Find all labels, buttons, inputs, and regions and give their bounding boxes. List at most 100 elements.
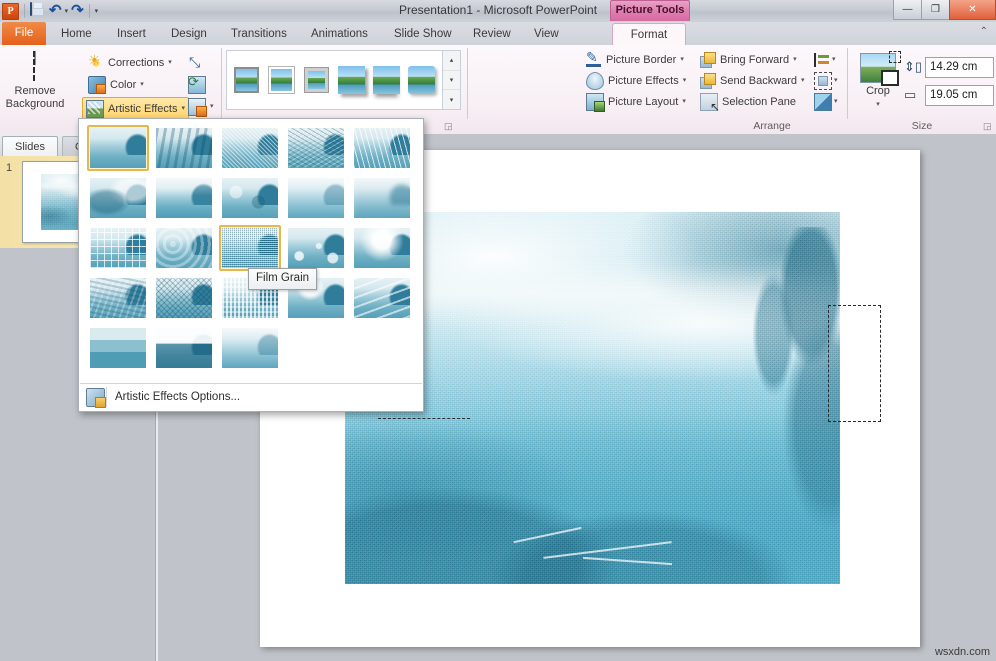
- size-dialog-launcher[interactable]: ◲: [983, 121, 993, 131]
- artistic-effect-thumb[interactable]: [285, 125, 347, 171]
- picture-style-thumb[interactable]: [336, 64, 367, 96]
- tab-home[interactable]: Home: [52, 23, 101, 45]
- artistic-effect-thumb[interactable]: [219, 225, 281, 271]
- picture-effects-dropdown-icon[interactable]: ▾: [683, 73, 687, 89]
- change-picture-button[interactable]: [188, 75, 206, 95]
- picture-layout-button[interactable]: Picture Layout ▾: [586, 91, 694, 112]
- tab-review[interactable]: Review: [464, 23, 520, 45]
- tab-view[interactable]: View: [525, 23, 568, 45]
- picture-layout-dropdown-icon[interactable]: ▾: [682, 94, 686, 110]
- artistic-effects-dropdown[interactable]: Artistic Effects Options...: [78, 118, 424, 412]
- artistic-effect-thumb[interactable]: [285, 225, 347, 271]
- send-backward-dropdown-icon[interactable]: ▾: [801, 73, 805, 89]
- collapse-ribbon-icon[interactable]: ⌃: [980, 26, 988, 37]
- color-button[interactable]: Color ▾: [88, 75, 144, 95]
- group-dropdown-icon[interactable]: ▾: [834, 73, 838, 89]
- artistic-effect-thumb[interactable]: [87, 275, 149, 321]
- artistic-effect-thumb[interactable]: [153, 325, 215, 371]
- bring-forward-label: Bring Forward: [720, 54, 789, 66]
- gallery-scroll-down-icon[interactable]: ▾: [443, 71, 460, 91]
- ribbon-tab-strip: File Home Insert Design Transitions Anim…: [0, 22, 996, 46]
- artistic-effect-thumb[interactable]: [351, 125, 413, 171]
- compress-pictures-button[interactable]: [188, 53, 204, 73]
- artistic-effect-thumb[interactable]: [153, 225, 215, 271]
- tab-animations[interactable]: Animations: [302, 23, 377, 45]
- rotate-button[interactable]: ▾: [814, 91, 844, 112]
- tab-design[interactable]: Design: [162, 23, 216, 45]
- artistic-effect-thumb[interactable]: [87, 175, 149, 221]
- close-button[interactable]: ✕: [949, 0, 996, 20]
- artistic-effect-thumb[interactable]: [153, 125, 215, 171]
- selection-pane-button[interactable]: Selection Pane: [700, 91, 812, 112]
- artistic-effect-thumb[interactable]: [153, 275, 215, 321]
- picture-styles-scrollbar[interactable]: ▴ ▾ ▾: [442, 50, 461, 110]
- change-picture-icon: [188, 76, 206, 94]
- artistic-effect-thumb[interactable]: [87, 125, 149, 171]
- minimize-button[interactable]: —: [893, 0, 922, 20]
- tab-format[interactable]: Format: [612, 23, 686, 47]
- remove-background-label-2: Background: [6, 98, 65, 111]
- artistic-effect-thumb[interactable]: [219, 325, 281, 371]
- ribbon-group-size: Crop ▾ ⇕▯ 14.29 cm ▴ ▾ ▭ 19.05 cm ▴ ▾ Si: [848, 45, 996, 133]
- shape-width-input[interactable]: 19.05 cm: [925, 85, 994, 106]
- align-dropdown-icon[interactable]: ▾: [832, 52, 836, 68]
- send-backward-icon: [700, 73, 716, 89]
- bring-forward-button[interactable]: Bring Forward ▾: [700, 49, 812, 70]
- align-button[interactable]: ▾: [814, 49, 844, 70]
- artistic-effect-thumb[interactable]: [87, 325, 149, 371]
- tab-transitions[interactable]: Transitions: [222, 23, 296, 45]
- tab-file[interactable]: File: [2, 22, 46, 45]
- picture-style-thumb[interactable]: [266, 64, 297, 96]
- reset-picture-button[interactable]: ▾: [188, 97, 214, 117]
- artistic-effect-preview: [222, 228, 278, 268]
- picture-style-thumb[interactable]: [301, 64, 332, 96]
- artistic-effect-thumb[interactable]: [285, 175, 347, 221]
- artistic-effects-dropdown-icon[interactable]: ▾: [181, 101, 185, 117]
- gallery-more-icon[interactable]: ▾: [443, 90, 460, 109]
- picture-effects-button[interactable]: Picture Effects ▾: [586, 70, 694, 91]
- remove-background-icon: [18, 52, 52, 82]
- artistic-effect-preview: [90, 128, 146, 168]
- picture-style-thumb[interactable]: [406, 64, 437, 96]
- crop-dropdown-icon[interactable]: ▾: [854, 97, 902, 113]
- artistic-effects-grid: [87, 125, 417, 375]
- corrections-button[interactable]: Corrections ▾: [88, 53, 172, 73]
- picture-border-dropdown-icon[interactable]: ▾: [680, 52, 684, 68]
- corrections-dropdown-icon[interactable]: ▾: [168, 55, 172, 71]
- color-icon: [88, 76, 106, 94]
- selection-pane-label: Selection Pane: [722, 96, 796, 108]
- artistic-effect-thumb[interactable]: [153, 175, 215, 221]
- artistic-effect-thumb[interactable]: [351, 275, 413, 321]
- reset-picture-dropdown-icon[interactable]: ▾: [210, 99, 214, 115]
- restore-button[interactable]: ❐: [921, 0, 950, 20]
- picture-style-thumb[interactable]: [231, 64, 262, 96]
- tab-slide-show[interactable]: Slide Show: [385, 23, 461, 45]
- group-objects-button[interactable]: ▾: [814, 70, 844, 91]
- picture-styles-gallery[interactable]: [226, 50, 450, 110]
- artistic-effect-thumb[interactable]: [351, 225, 413, 271]
- artistic-effect-thumb[interactable]: [351, 175, 413, 221]
- artistic-effect-thumb[interactable]: [219, 175, 281, 221]
- shape-height-input[interactable]: 14.29 cm: [925, 57, 994, 78]
- text-placeholder-outline[interactable]: [828, 305, 881, 422]
- artistic-effects-options-item[interactable]: Artistic Effects Options...: [80, 385, 422, 409]
- send-backward-button[interactable]: Send Backward ▾: [700, 70, 812, 91]
- tab-slides[interactable]: Slides: [2, 136, 58, 157]
- tab-insert[interactable]: Insert: [108, 23, 155, 45]
- remove-background-button[interactable]: Remove Background: [4, 49, 66, 115]
- artistic-effect-thumb[interactable]: [219, 125, 281, 171]
- bring-forward-dropdown-icon[interactable]: ▾: [793, 52, 797, 68]
- artistic-effect-preview: [156, 328, 212, 368]
- picture-border-button[interactable]: Picture Border ▾: [586, 49, 694, 70]
- color-dropdown-icon[interactable]: ▾: [140, 77, 144, 93]
- window-title: Presentation1 - Microsoft PowerPoint: [0, 3, 996, 17]
- artistic-effect-thumb[interactable]: [87, 225, 149, 271]
- picture-style-thumb[interactable]: [371, 64, 402, 96]
- crop-button[interactable]: Crop ▾: [854, 49, 902, 115]
- rotate-dropdown-icon[interactable]: ▾: [834, 94, 838, 110]
- gallery-scroll-up-icon[interactable]: ▴: [443, 51, 460, 71]
- window-controls: — ❐ ✕: [894, 0, 996, 19]
- group-divider-styles: [467, 48, 468, 119]
- picture-styles-dialog-launcher[interactable]: ◲: [444, 121, 454, 131]
- corrections-icon: [88, 55, 104, 71]
